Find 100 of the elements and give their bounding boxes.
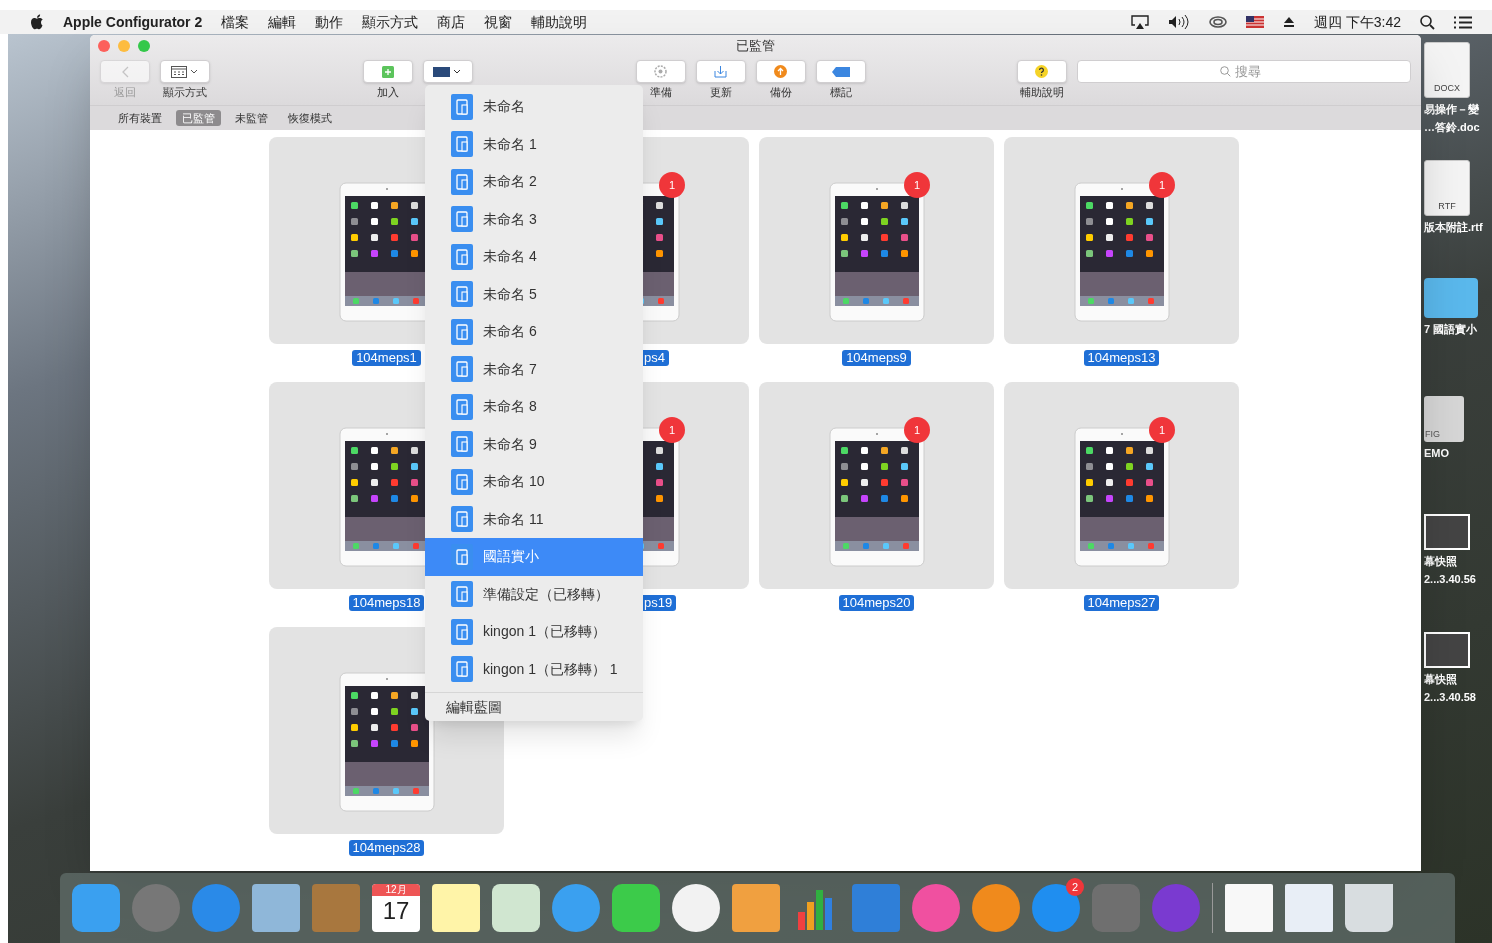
search-field[interactable]: 搜尋 (1076, 60, 1411, 83)
tablet-icon (451, 243, 473, 270)
device-name: 104meps20 (838, 595, 915, 611)
device-card[interactable]: 1 (1004, 382, 1239, 589)
window-title: 已監管 (736, 37, 775, 56)
document-icon[interactable]: DOCX (1424, 42, 1470, 98)
device-name: 104meps9 (842, 350, 911, 366)
toolbar-label: 標記 (829, 85, 852, 99)
toolbar-label: 返回 (114, 85, 136, 99)
swirl-icon[interactable] (1208, 15, 1227, 29)
search-icon[interactable] (1420, 14, 1435, 30)
device-name: 104meps13 (1083, 350, 1160, 366)
screenshot-thumbnail[interactable] (1424, 514, 1470, 550)
toolbar-button[interactable] (422, 60, 473, 83)
clock[interactable]: 週四 下午3:42 (1313, 11, 1401, 33)
toolbar-label: 加入 (376, 85, 399, 99)
document-icon[interactable]: RTF (1424, 160, 1470, 216)
file-name: 2...3.40.58 (1424, 690, 1476, 704)
device-name: 104meps1 (352, 350, 421, 366)
question-icon (1035, 65, 1049, 78)
calendar-day: 17 (382, 896, 410, 926)
edit-blueprints-menu-item[interactable]: 編輯藍圖 (425, 697, 643, 717)
tablet-icon (451, 656, 473, 683)
blueprint-menu-item[interactable]: 未命名 5 (425, 275, 643, 313)
menu-item[interactable]: 編輯 (268, 11, 297, 33)
blueprint-menu-item[interactable]: 未命名 4 (425, 238, 643, 276)
file-type-label: FIG (1425, 427, 1440, 441)
app-name-menu[interactable]: Apple Configurator 2 (63, 11, 203, 33)
menu-item[interactable]: 輔助說明 (531, 11, 588, 33)
file-name: …答鈴.doc (1424, 120, 1480, 134)
blueprint-menu-item[interactable]: 未命名 2 (425, 163, 643, 201)
tablet-icon (451, 618, 473, 645)
filter-tab[interactable]: 所有裝置 (112, 110, 168, 126)
calendar-grid-icon (171, 65, 199, 78)
calendar-icon[interactable]: 12月 17 (372, 884, 420, 932)
blueprint-menu-item[interactable]: 準備設定（已移轉） (425, 575, 643, 613)
blueprint-menu-item[interactable]: 未命名 11 (425, 500, 643, 538)
plus-icon (381, 65, 394, 78)
toolbar-label: 更新 (709, 85, 732, 99)
minimize-button[interactable] (118, 40, 130, 52)
toolbar-button[interactable] (160, 60, 210, 83)
menu-item[interactable]: 商店 (437, 11, 466, 33)
filter-tab[interactable]: 未監管 (229, 110, 274, 126)
blueprint-menu-item[interactable]: 未命名 10 (425, 463, 643, 501)
tablet-icon (451, 581, 473, 608)
screenshot-thumbnail[interactable] (1424, 632, 1470, 668)
filter-tab[interactable]: 恢復模式 (282, 110, 338, 126)
menu-item[interactable]: 動作 (315, 11, 344, 33)
tablet-icon (451, 506, 473, 533)
blueprint-menu-item[interactable]: kingon 1（已移轉） (425, 613, 643, 651)
notification-badge: 1 (1149, 417, 1175, 443)
search-icon (1220, 66, 1232, 77)
blueprint-menu-item[interactable]: kingon 1（已移轉） 1 (425, 650, 643, 688)
list-icon[interactable] (1454, 15, 1472, 29)
speaker-icon[interactable] (1167, 15, 1190, 29)
menu-item[interactable]: 檔案 (221, 11, 250, 33)
file-name: 7 國語實小 (1424, 322, 1478, 336)
menu-item[interactable]: 視窗 (484, 11, 513, 33)
blueprint-menu-item[interactable]: 未命名 1 (425, 125, 643, 163)
toolbar-label: 準備 (649, 85, 672, 99)
tablet-icon (451, 131, 473, 158)
notification-badge: 1 (904, 172, 930, 198)
gear-document-icon[interactable]: FIG (1424, 396, 1464, 442)
device-card[interactable]: 1 (759, 382, 994, 589)
device-card[interactable]: 1 (759, 137, 994, 344)
toolbar-label: 輔助說明 (1019, 85, 1064, 99)
blueprint-menu-item[interactable]: 未命名 9 (425, 425, 643, 463)
eject-icon[interactable] (1282, 16, 1295, 28)
notification-badge: 1 (659, 417, 685, 443)
notification-badge: 2 (1066, 878, 1084, 896)
tablet-icon (451, 431, 473, 458)
device-card[interactable]: 1 (1004, 137, 1239, 344)
tablet-icon (451, 468, 473, 495)
notification-badge: 1 (659, 172, 685, 198)
tablet-icon (451, 168, 473, 195)
tablet-icon (451, 318, 473, 345)
tablet-icon (451, 206, 473, 233)
toolbar-label: 備份 (769, 85, 792, 99)
blueprint-menu-item[interactable]: 未命名 8 (425, 388, 643, 426)
tablet-icon (451, 281, 473, 308)
file-name: 2...3.40.56 (1424, 572, 1476, 586)
apple-logo-icon[interactable] (30, 14, 44, 30)
tablet-icon (451, 393, 473, 420)
tablet-icon (451, 543, 473, 570)
toolbar-label: 顯示方式 (163, 85, 207, 99)
menu-item[interactable]: 顯示方式 (362, 11, 419, 33)
toolbar-button[interactable] (815, 60, 866, 83)
flag-icon[interactable] (1245, 16, 1264, 28)
file-name: EMO (1424, 446, 1450, 460)
airplay-icon[interactable] (1130, 15, 1149, 29)
blueprint-menu-item[interactable]: 未命名 6 (425, 313, 643, 351)
device-name: 104meps28 (348, 840, 425, 856)
blueprint-menu-item[interactable]: 未命名 (425, 88, 643, 126)
search-input[interactable]: 搜尋 (1235, 61, 1268, 82)
blueprint-menu-item[interactable]: 未命名 3 (425, 200, 643, 238)
close-button[interactable] (98, 40, 110, 52)
chevron-left-icon (121, 65, 129, 78)
blueprint-menu-item[interactable]: 未命名 7 (425, 350, 643, 388)
zoom-button[interactable] (138, 40, 150, 52)
file-name: 幕快照 (1424, 554, 1457, 568)
